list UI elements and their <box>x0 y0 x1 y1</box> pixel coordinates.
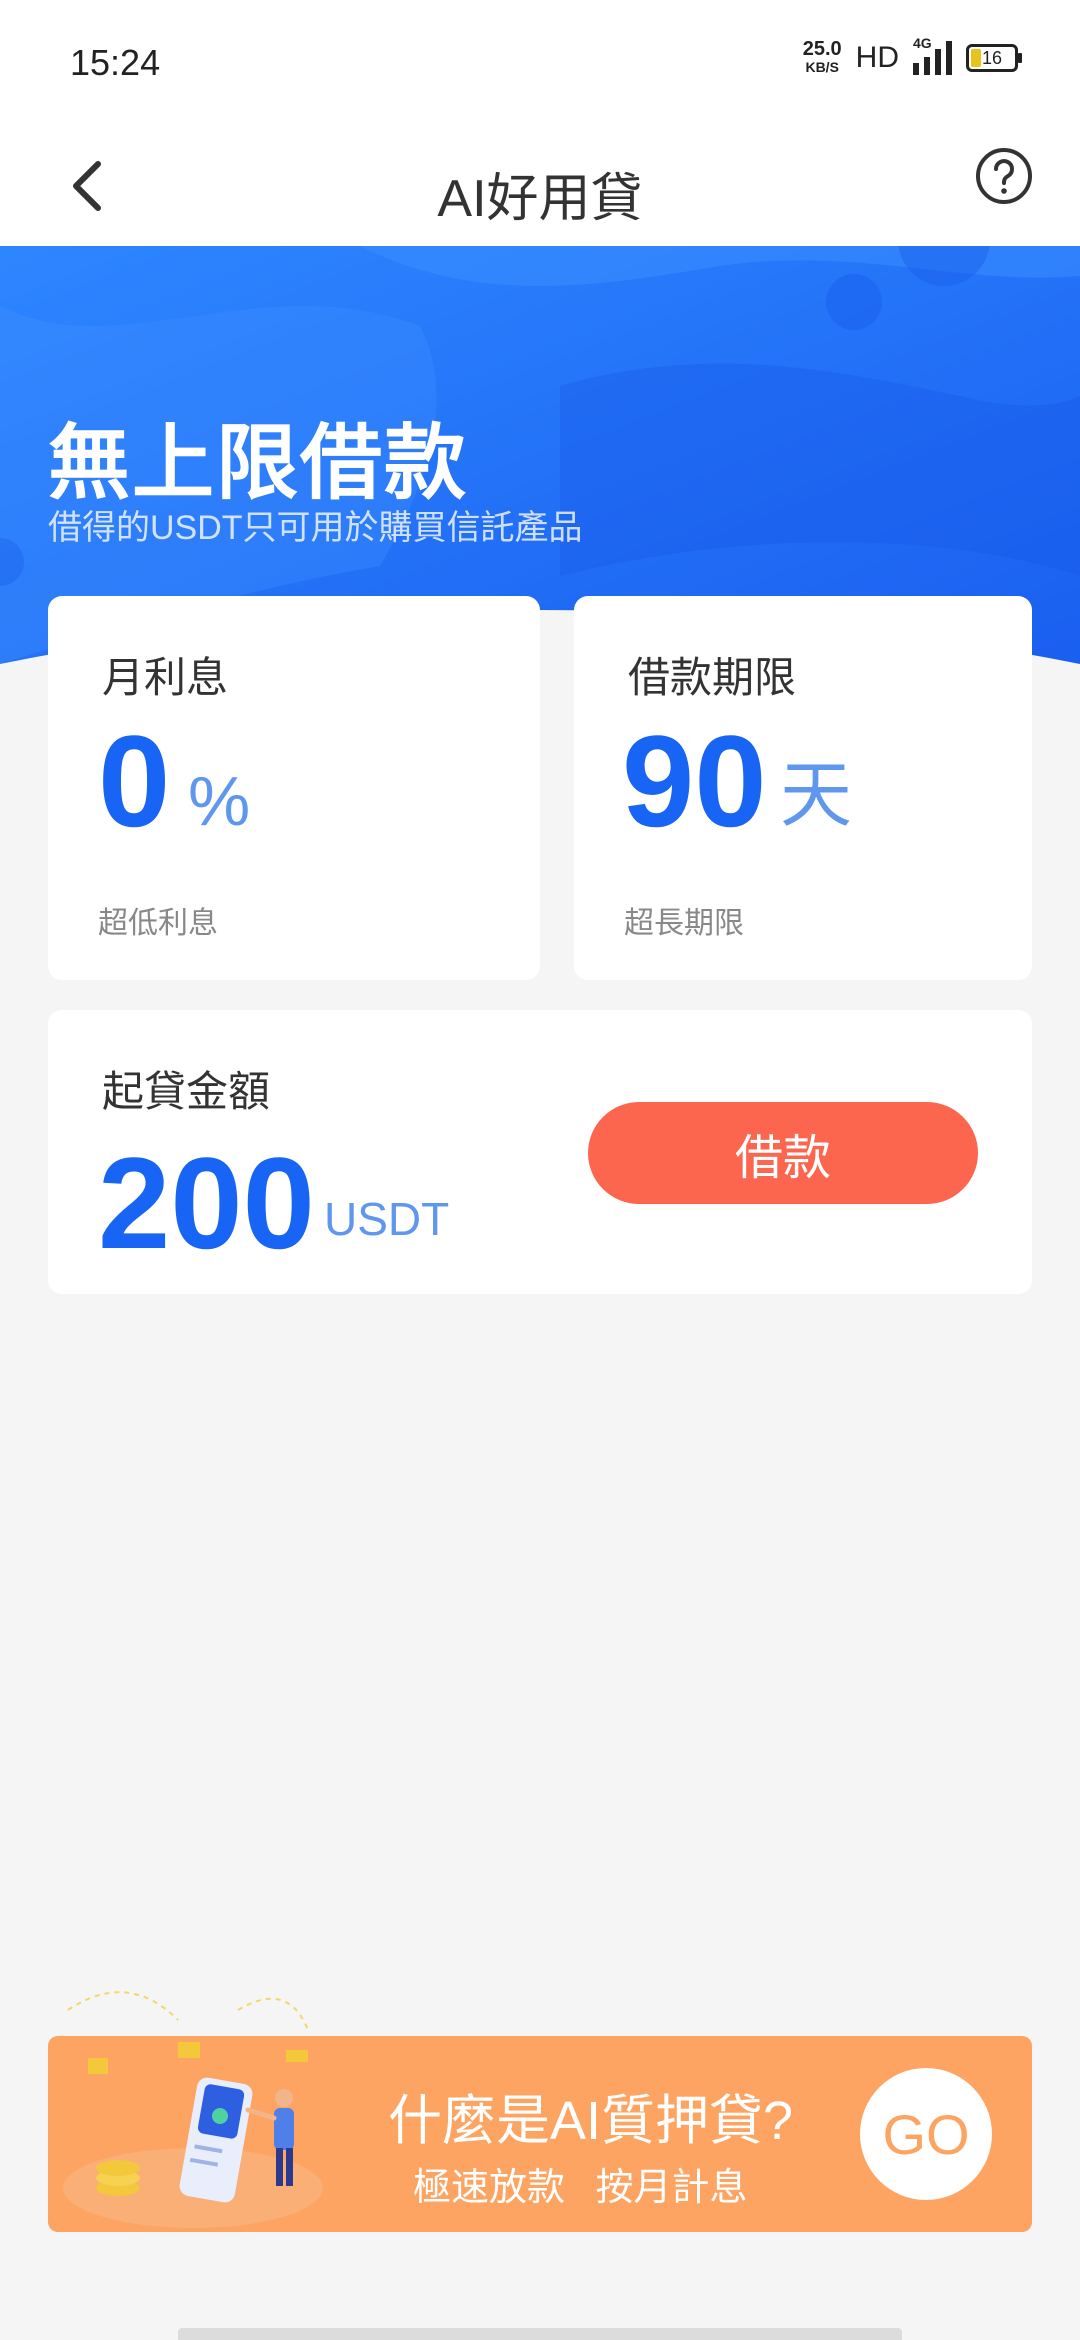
title-bar: AI好用貸 <box>0 128 1080 246</box>
interest-unit: % <box>188 762 251 840</box>
term-note: 超長期限 <box>624 907 744 940</box>
question-circle-icon <box>976 148 1032 204</box>
term-unit: 天 <box>780 756 853 836</box>
ai-pledge-loan-banner[interactable]: 什麼是AI質押貸? 極速放款 按月計息 GO <box>48 1991 1032 2232</box>
hd-indicator: HD <box>855 41 899 74</box>
hero-subtitle: 借得的USDT只可用於購買信託產品 <box>48 509 583 547</box>
interest-value: 0 <box>98 708 171 854</box>
min-amount-card: 起貸金額 200 USDT 借款 <box>48 1010 1032 1294</box>
min-amount-unit: USDT <box>324 1193 450 1245</box>
term-value: 90 <box>622 708 767 854</box>
loan-illustration-icon <box>63 1991 323 2228</box>
network-type: 4G <box>913 35 932 51</box>
page-title: AI好用貸 <box>437 170 643 228</box>
status-bar: 15:24 25.0 KB/S HD 4G 16 <box>0 0 1080 128</box>
go-button[interactable]: GO <box>860 2068 992 2200</box>
interest-label: 月利息 <box>102 654 229 701</box>
signal-icon: 4G <box>913 35 952 75</box>
help-button[interactable] <box>974 146 1034 206</box>
net-speed-unit: KB/S <box>805 59 839 75</box>
net-speed-value: 25.0 <box>802 38 842 60</box>
interest-card: 月利息 0 % 超低利息 <box>48 596 540 980</box>
interest-note: 超低利息 <box>98 907 218 940</box>
term-label: 借款期限 <box>628 654 797 701</box>
status-time: 15:24 <box>70 42 161 83</box>
battery-icon: 16 <box>966 44 1022 72</box>
hero-title: 無上限借款 <box>48 418 469 509</box>
net-speed: 25.0 KB/S <box>802 38 842 76</box>
status-icons: 25.0 KB/S HD 4G 16 <box>802 35 1022 76</box>
term-card: 借款期限 90 天 超長期限 <box>574 596 1032 980</box>
loan-button[interactable]: 借款 <box>588 1102 978 1204</box>
battery-level: 16 <box>981 47 1003 68</box>
banner-subtitle: 極速放款 按月計息 <box>413 2167 748 2209</box>
home-indicator[interactable] <box>178 2328 902 2340</box>
min-amount-label: 起貸金額 <box>102 1068 271 1115</box>
min-amount-value: 200 <box>98 1130 315 1276</box>
banner-title: 什麼是AI質押貸? <box>388 2091 794 2151</box>
